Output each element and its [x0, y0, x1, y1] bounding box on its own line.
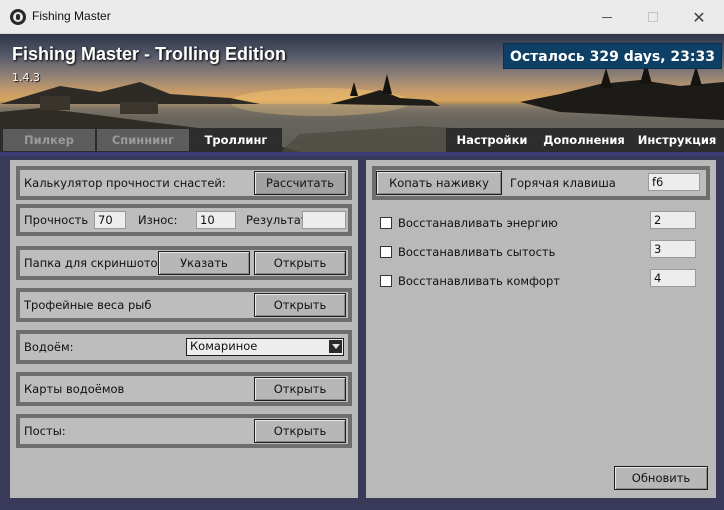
restore-energy-input[interactable]: 2	[650, 211, 696, 229]
posts-row: Посты: Открыть	[16, 414, 352, 448]
wear-input[interactable]: 10	[196, 211, 236, 229]
restore-comfort-checkbox[interactable]	[380, 275, 392, 287]
tab-trolling[interactable]: Троллинг	[190, 128, 282, 152]
water-select-value: Комариное	[190, 339, 258, 353]
refresh-button[interactable]: Обновить	[614, 466, 708, 490]
restore-comfort-input[interactable]: 4	[650, 269, 696, 287]
water-select[interactable]: Комариное	[186, 338, 344, 356]
window-title: Fishing Master	[32, 9, 111, 23]
chevron-down-icon[interactable]	[329, 340, 342, 353]
water-label: Водоём:	[24, 340, 74, 354]
title-bar: Fishing Master ✕	[0, 0, 724, 34]
restore-satiety-checkbox[interactable]	[380, 246, 392, 258]
tab-pilker[interactable]: Пилкер	[2, 128, 96, 152]
version-label: 1.4.3	[12, 71, 40, 84]
header-banner: Fishing Master - Trolling Edition 1.4.3 …	[0, 34, 724, 152]
close-button[interactable]: ✕	[676, 0, 722, 34]
calculate-button[interactable]: Рассчитать	[254, 171, 346, 195]
maximize-icon	[648, 12, 658, 22]
minimize-button[interactable]	[584, 0, 630, 34]
trophy-weights-label: Трофейные веса рыб	[24, 298, 152, 312]
dig-bait-button[interactable]: Копать наживку	[376, 171, 502, 195]
restore-satiety-input[interactable]: 3	[650, 240, 696, 258]
open-trophy-button[interactable]: Открыть	[254, 293, 346, 317]
strength-calc-row: Калькулятор прочности снастей: Рассчитат…	[16, 166, 352, 200]
strength-input[interactable]: 70	[94, 211, 126, 229]
hotkey-input[interactable]: f6	[648, 173, 700, 191]
screenshots-row: Папка для скриншотов: Указать Открыть	[16, 246, 352, 280]
banner-title: Fishing Master - Trolling Edition	[12, 44, 286, 64]
tab-instructions[interactable]: Инструкция	[630, 128, 724, 152]
wear-label: Износ:	[138, 213, 178, 227]
restore-comfort-label: Восстанавливать комфорт	[398, 274, 560, 288]
open-maps-button[interactable]: Открыть	[254, 377, 346, 401]
open-folder-button[interactable]: Открыть	[254, 251, 346, 275]
strength-label: Прочность	[24, 213, 89, 227]
set-folder-button[interactable]: Указать	[158, 251, 250, 275]
restore-satiety-label: Восстанавливать сытость	[398, 245, 556, 259]
tab-spinning[interactable]: Спиннинг	[96, 128, 190, 152]
posts-label: Посты:	[24, 424, 66, 438]
strength-inputs-row: Прочность 70 Износ: 10 Результат:	[16, 204, 352, 236]
maps-row: Карты водоёмов Открыть	[16, 372, 352, 406]
maximize-button[interactable]	[630, 0, 676, 34]
tab-addons[interactable]: Дополнения	[538, 128, 630, 152]
tab-underline	[0, 152, 724, 156]
restore-energy-checkbox[interactable]	[380, 217, 392, 229]
subscription-timer: Осталось 329 days, 23:33	[503, 43, 722, 69]
open-posts-button[interactable]: Открыть	[254, 419, 346, 443]
trolling-tools-panel: Калькулятор прочности снастей: Рассчитат…	[10, 160, 358, 498]
bait-settings-panel: Копать наживку Горячая клавиша f6 Восста…	[366, 160, 716, 498]
app-window: Fishing Master ✕ Fishing Master - Trolli…	[0, 0, 724, 510]
hotkey-label: Горячая клавиша	[510, 176, 616, 190]
trophy-row: Трофейные веса рыб Открыть	[16, 288, 352, 322]
restore-energy-label: Восстанавливать энергию	[398, 216, 558, 230]
water-maps-label: Карты водоёмов	[24, 382, 125, 396]
tab-settings[interactable]: Настройки	[446, 128, 538, 152]
result-field	[302, 211, 346, 229]
water-row: Водоём: Комариное	[16, 330, 352, 364]
strength-calc-label: Калькулятор прочности снастей:	[24, 176, 226, 190]
dig-bait-row: Копать наживку Горячая клавиша f6	[372, 166, 710, 200]
app-logo-icon	[10, 9, 26, 25]
minimize-icon	[602, 16, 612, 18]
screenshots-folder-label: Папка для скриншотов:	[24, 256, 169, 270]
close-icon: ✕	[692, 7, 706, 27]
